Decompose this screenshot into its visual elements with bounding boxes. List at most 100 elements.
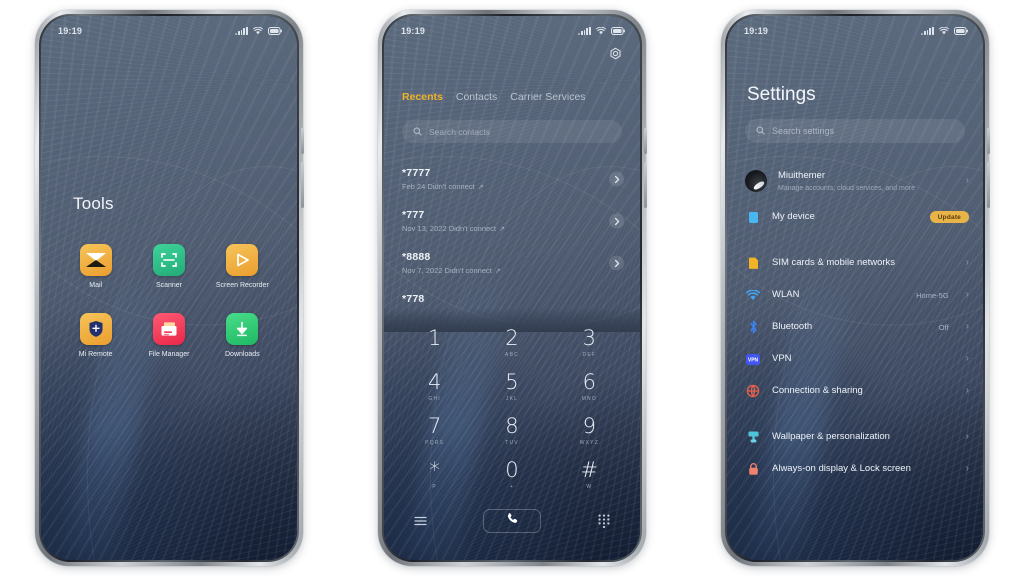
search-placeholder: Search contacts — [429, 126, 490, 137]
app-downloads[interactable]: Downloads — [206, 312, 279, 360]
app-label: File Manager — [148, 350, 190, 358]
page-title: Settings — [747, 84, 816, 105]
status-badge[interactable]: Update — [929, 211, 969, 223]
signal-bars-icon — [578, 26, 591, 35]
dialer-bottom-bar — [384, 504, 640, 538]
signal-bars-icon — [921, 26, 934, 35]
settings-item-sim-cards[interactable]: SIM cards & mobile networks › — [745, 247, 969, 279]
battery-icon — [611, 27, 625, 35]
key-hash[interactable]: # W — [551, 460, 628, 491]
settings-item-wlan[interactable]: WLAN Home-5G › — [745, 279, 969, 311]
status-bar: 19:19 — [727, 16, 983, 42]
settings-item-vpn[interactable]: VPN VPN › — [745, 343, 969, 375]
settings-item-my-device[interactable]: My device Update — [745, 201, 969, 233]
settings-item-label: Always-on display & Lock screen — [772, 462, 911, 474]
status-time: 19:19 — [744, 26, 769, 36]
settings-item-account[interactable]: Miuithemer Manage accounts, cloud servic… — [745, 161, 969, 201]
account-desc: Manage accounts, cloud services, and mor… — [778, 184, 915, 192]
app-label: Mail — [89, 282, 103, 289]
app-mi-remote[interactable]: Mi Remote — [59, 312, 132, 360]
volume-button[interactable] — [987, 128, 990, 154]
settings-group-divider — [745, 407, 969, 421]
battery-icon — [954, 27, 968, 35]
call-log-list[interactable]: *7777 Feb 24 Didn't connect ↗ *777 Nov 13… — [402, 158, 626, 318]
chevron-right-icon: › — [965, 289, 969, 300]
volume-button[interactable] — [644, 128, 647, 154]
power-button[interactable] — [644, 162, 647, 208]
account-avatar — [745, 170, 767, 192]
key-0[interactable]: 0 + — [473, 460, 550, 491]
tab-recents[interactable]: Recents — [402, 91, 443, 103]
downloads-icon — [226, 312, 259, 345]
settings-item-label: My device — [772, 210, 815, 222]
chevron-right-icon[interactable] — [609, 213, 624, 229]
key-6[interactable]: 6 MNO — [551, 372, 628, 403]
sim-card-icon — [745, 255, 761, 271]
account-name: Miuithemer — [778, 170, 825, 182]
screen-recorder-icon — [226, 244, 259, 276]
call-log-row[interactable]: *7777 Feb 24 Didn't connect ↗ — [402, 158, 626, 200]
chevron-right-icon[interactable] — [609, 255, 624, 271]
key-3[interactable]: 3 DEF — [551, 328, 628, 359]
key-1[interactable]: 1 — [396, 328, 473, 358]
key-5[interactable]: 5 JKL — [473, 372, 550, 403]
key-2[interactable]: 2 ABC — [473, 328, 550, 359]
app-label: Screen Recorder — [215, 282, 269, 289]
power-button[interactable] — [987, 162, 990, 208]
key-7[interactable]: 7 PQRS — [396, 416, 473, 447]
settings-item-wallpaper[interactable]: Wallpaper & personalization › — [745, 421, 969, 453]
settings-group-divider — [745, 233, 969, 247]
search-contacts-input[interactable]: Search contacts — [402, 120, 622, 143]
settings-item-label: Connection & sharing — [772, 384, 863, 396]
settings-item-bluetooth[interactable]: Bluetooth Off › — [745, 311, 969, 343]
app-screen-recorder[interactable]: Screen Recorder — [206, 244, 279, 291]
call-number: *8888 — [402, 251, 431, 263]
wifi-icon — [596, 27, 606, 35]
screenshot-stage: 19:19 Tools Mail Scanner Screen Recorder… — [0, 0, 1024, 576]
dialer-tabs: Recents Contacts Carrier Services — [402, 91, 586, 103]
app-mail[interactable]: Mail — [59, 244, 132, 291]
gear-icon[interactable] — [608, 47, 623, 62]
tab-carrier-services[interactable]: Carrier Services — [510, 91, 585, 103]
call-log-row[interactable]: *777 Nov 13, 2022 Didn't connect ↗ — [402, 200, 626, 242]
svg-text:VPN: VPN — [748, 357, 759, 363]
key-8[interactable]: 8 TUV — [473, 416, 550, 447]
chevron-right-icon: › — [965, 321, 969, 332]
call-button[interactable] — [483, 509, 541, 533]
phone-device-settings: 19:19 Settings Search settings Miuitheme… — [721, 10, 990, 566]
settings-item-value: Off — [938, 322, 949, 332]
call-handset-icon — [506, 512, 519, 530]
settings-list: Miuithemer Manage accounts, cloud servic… — [727, 161, 983, 560]
key-9[interactable]: 9 WXYZ — [551, 416, 628, 447]
chevron-right-icon: › — [965, 353, 969, 364]
chevron-right-icon: › — [965, 431, 969, 442]
wallpaper-curve — [87, 166, 297, 560]
settings-item-always-on-display[interactable]: Always-on display & Lock screen › — [745, 453, 969, 485]
settings-item-label: Bluetooth — [772, 320, 813, 332]
wifi-icon — [253, 27, 263, 35]
call-number: *777 — [402, 209, 425, 221]
key-4[interactable]: 4 GHI — [396, 372, 473, 403]
settings-item-label: WLAN — [772, 288, 800, 300]
key-star[interactable]: * P — [396, 460, 473, 491]
search-settings-input[interactable]: Search settings — [745, 119, 965, 143]
chevron-right-icon[interactable] — [609, 171, 624, 187]
call-log-row[interactable]: *8888 Nov 7, 2022 Didn't connect ↗ — [402, 242, 626, 284]
volume-button[interactable] — [301, 128, 304, 154]
app-scanner[interactable]: Scanner — [132, 244, 205, 291]
power-button[interactable] — [301, 162, 304, 208]
folder-title: Tools — [73, 194, 114, 213]
settings-item-connection-sharing[interactable]: Connection & sharing › — [745, 375, 969, 407]
app-file-manager[interactable]: File Manager — [132, 312, 205, 360]
outgoing-arrow-icon: ↗ — [477, 184, 484, 191]
tools-folder-screen: 19:19 Tools Mail Scanner Screen Recorder… — [41, 16, 297, 560]
wallpaper-icon — [745, 429, 761, 445]
outgoing-arrow-icon: ↗ — [494, 268, 501, 275]
scanner-icon — [152, 244, 185, 276]
mi-remote-icon — [79, 312, 112, 345]
outgoing-arrow-icon: ↗ — [499, 226, 505, 233]
tab-contacts[interactable]: Contacts — [456, 91, 497, 103]
dialpad-icon[interactable] — [596, 513, 612, 529]
menu-icon[interactable] — [412, 513, 428, 529]
wifi-icon — [745, 287, 761, 303]
